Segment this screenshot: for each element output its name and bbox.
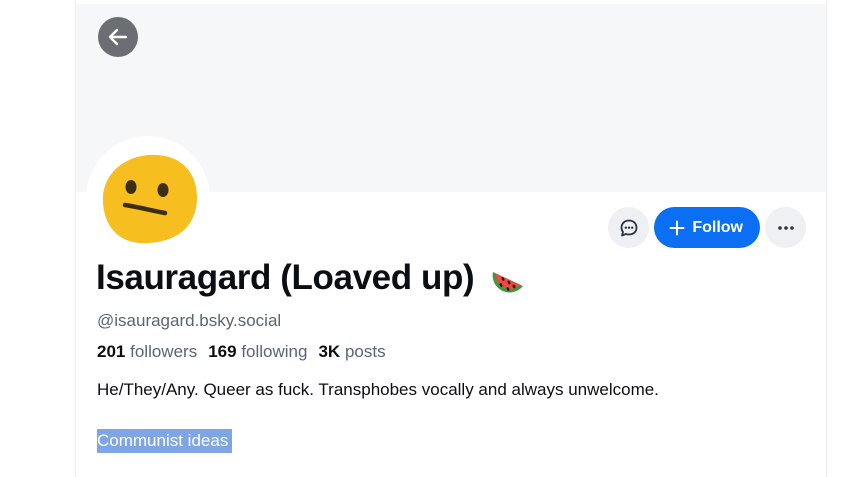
following-label: following — [241, 342, 308, 361]
following-count: 169 — [208, 342, 237, 361]
arrow-left-icon — [108, 28, 128, 46]
profile-column: Follow Isauragard (Loaved up) @isauragar… — [75, 0, 827, 477]
followers-stat[interactable]: 201 followers — [97, 342, 197, 362]
display-name-row: Isauragard (Loaved up) — [96, 258, 528, 298]
following-stat[interactable]: 169 following — [208, 342, 307, 362]
profile-bio: He/They/Any. Queer as fuck. Transphobes … — [97, 380, 659, 399]
chat-bubble-icon — [620, 219, 638, 236]
profile-stats: 201 followers 169 following 3K posts — [97, 342, 386, 362]
watermelon-icon — [492, 272, 524, 293]
follow-button[interactable]: Follow — [654, 207, 760, 248]
followers-count: 201 — [97, 342, 126, 361]
neutral-face-icon — [102, 154, 197, 244]
ellipsis-icon — [777, 225, 794, 230]
back-button[interactable] — [98, 17, 138, 57]
selected-bio-text: Communist ideas — [97, 429, 233, 453]
posts-stat: 3K posts — [318, 342, 385, 362]
more-options-button[interactable] — [765, 207, 806, 248]
followers-label: followers — [130, 342, 198, 361]
profile-page: Follow Isauragard (Loaved up) @isauragar… — [0, 0, 848, 477]
posts-count: 3K — [318, 342, 341, 361]
avatar[interactable] — [86, 136, 210, 260]
follow-button-label: Follow — [692, 218, 743, 236]
display-name: Isauragard (Loaved up) — [96, 258, 475, 297]
message-button[interactable] — [608, 207, 650, 248]
plus-icon — [669, 220, 685, 235]
profile-actions: Follow — [608, 207, 806, 248]
profile-handle: @isauragard.bsky.social — [97, 311, 282, 330]
posts-label: posts — [344, 342, 386, 361]
